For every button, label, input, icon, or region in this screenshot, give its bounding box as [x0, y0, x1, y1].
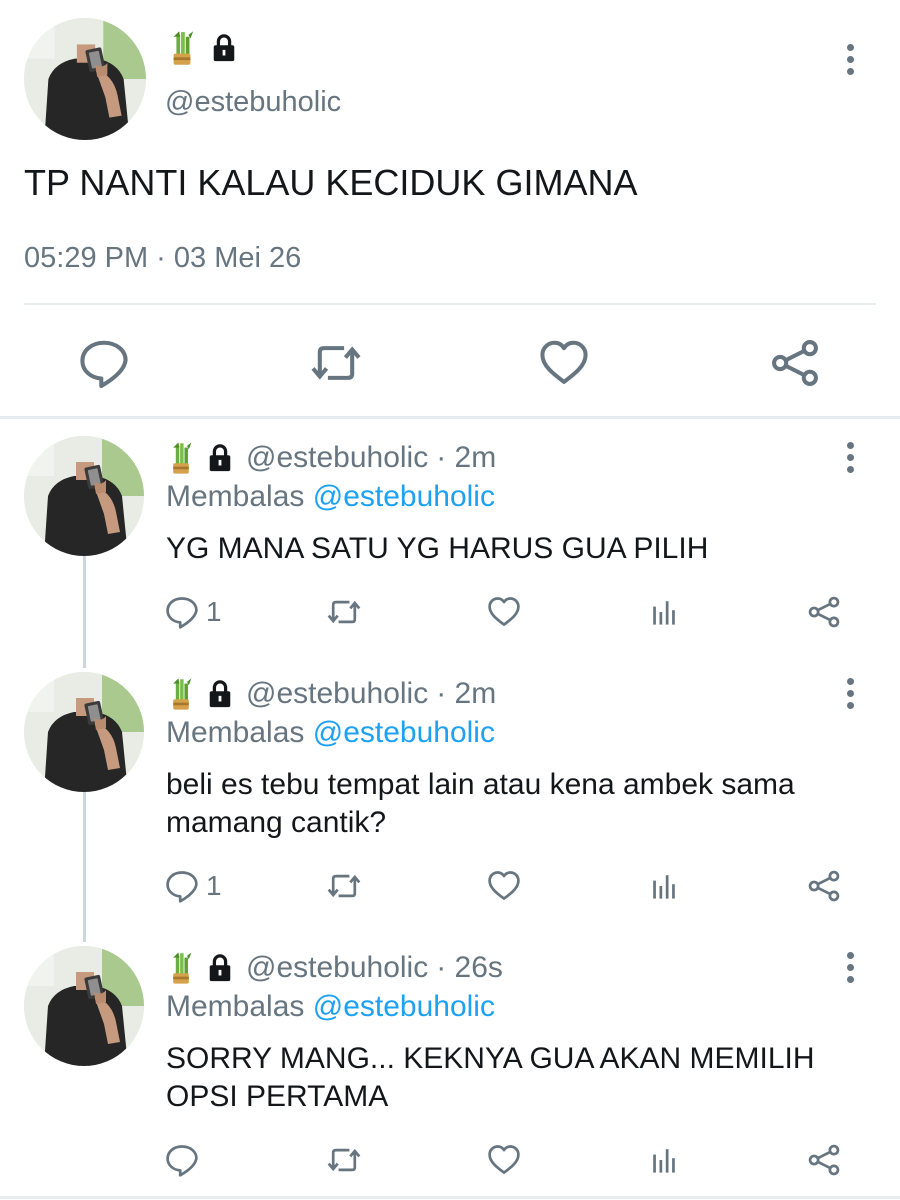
divider	[0, 1196, 900, 1199]
like-icon	[486, 868, 522, 904]
reply-button[interactable]: 1	[164, 866, 222, 906]
reply-icon	[77, 336, 131, 390]
user-handle[interactable]: @estebuholic	[246, 951, 428, 985]
lock-icon	[206, 679, 234, 709]
reply-icon	[164, 1142, 200, 1178]
analytics-icon	[646, 868, 682, 904]
display-name	[168, 28, 238, 68]
share-icon	[768, 336, 822, 390]
mention-link[interactable]: @estebuholic	[313, 480, 495, 513]
bamboo-decoration-icon	[168, 676, 194, 712]
reply-count: 1	[206, 870, 222, 901]
lock-icon	[206, 443, 234, 473]
tweet-timestamp: 05:29 PM · 03 Mei 26	[24, 242, 302, 274]
replying-to: Membalas @estebuholic	[166, 480, 495, 514]
reply-icon	[164, 868, 200, 904]
reply-count: 1	[206, 596, 222, 627]
replying-to: Membalas @estebuholic	[166, 716, 495, 750]
share-icon	[806, 594, 842, 630]
analytics-button[interactable]	[646, 866, 682, 906]
profile-photo	[24, 18, 146, 140]
replying-to: Membalas @estebuholic	[166, 990, 495, 1024]
more-options-icon[interactable]	[838, 40, 862, 80]
divider	[24, 303, 876, 305]
reply-button[interactable]	[164, 1140, 206, 1180]
user-handle[interactable]: @estebuholic	[165, 86, 341, 119]
analytics-button[interactable]	[646, 1140, 682, 1180]
avatar[interactable]	[24, 436, 144, 556]
retweet-icon	[309, 336, 363, 390]
user-handle[interactable]: @estebuholic	[246, 441, 428, 475]
tweet-text: YG MANA SATU YG HARUS GUA PILIH	[166, 532, 709, 565]
relative-time: · 26s	[436, 951, 503, 984]
tweet-text: SORRY MANG... KEKNYA GUA AKAN MEMILIH OP…	[166, 1042, 815, 1113]
lock-icon	[206, 953, 234, 983]
like-button[interactable]	[486, 866, 522, 906]
tweet-meta: @estebuholic · 26s	[168, 948, 503, 988]
like-icon	[486, 594, 522, 630]
avatar[interactable]	[24, 18, 146, 140]
relative-time: · 2m	[436, 441, 497, 474]
user-handle[interactable]: @estebuholic	[246, 677, 428, 711]
relative-time: · 2m	[436, 677, 497, 710]
profile-photo	[24, 436, 144, 556]
share-button[interactable]	[806, 866, 842, 906]
retweet-button[interactable]	[326, 866, 362, 906]
analytics-icon	[646, 1142, 682, 1178]
lock-icon	[210, 33, 238, 63]
analytics-icon	[646, 594, 682, 630]
more-options-icon[interactable]	[838, 438, 862, 478]
replying-prefix: Membalas	[166, 716, 305, 749]
share-icon	[806, 868, 842, 904]
retweet-icon	[326, 868, 362, 904]
like-icon	[537, 336, 591, 390]
retweet-icon	[326, 1142, 362, 1178]
retweet-icon	[326, 594, 362, 630]
like-button[interactable]	[537, 336, 591, 390]
more-options-icon[interactable]	[838, 674, 862, 714]
tweet-meta: @estebuholic · 2m	[168, 438, 496, 478]
share-button[interactable]	[768, 336, 822, 390]
mention-link[interactable]: @estebuholic	[313, 716, 495, 749]
share-button[interactable]	[806, 592, 842, 632]
like-icon	[486, 1142, 522, 1178]
like-button[interactable]	[486, 592, 522, 632]
tweet-meta: @estebuholic · 2m	[168, 674, 496, 714]
mention-link[interactable]: @estebuholic	[313, 990, 495, 1023]
replying-prefix: Membalas	[166, 990, 305, 1023]
analytics-button[interactable]	[646, 592, 682, 632]
section-divider	[0, 416, 900, 419]
avatar[interactable]	[24, 946, 144, 1066]
reply-button[interactable]	[77, 336, 131, 390]
like-button[interactable]	[486, 1140, 522, 1180]
bamboo-decoration-icon	[168, 950, 194, 986]
tweet-actions: 1	[0, 592, 900, 632]
share-icon	[806, 1142, 842, 1178]
reply-button[interactable]: 1	[164, 592, 222, 632]
tweet-text: beli es tebu tempat lain atau kena ambek…	[166, 768, 795, 839]
tweet-actions	[0, 1140, 900, 1180]
tweet-actions: 1	[0, 866, 900, 906]
retweet-button[interactable]	[326, 592, 362, 632]
bamboo-decoration-icon	[168, 440, 194, 476]
reply-icon	[164, 594, 200, 630]
share-button[interactable]	[806, 1140, 842, 1180]
profile-photo	[24, 946, 144, 1066]
profile-photo	[24, 672, 144, 792]
avatar[interactable]	[24, 672, 144, 792]
replying-prefix: Membalas	[166, 480, 305, 513]
retweet-button[interactable]	[326, 1140, 362, 1180]
retweet-button[interactable]	[309, 336, 363, 390]
more-options-icon[interactable]	[838, 948, 862, 988]
tweet-text: TP NANTI KALAU KECIDUK GIMANA	[24, 162, 638, 203]
bamboo-decoration-icon	[168, 29, 196, 67]
